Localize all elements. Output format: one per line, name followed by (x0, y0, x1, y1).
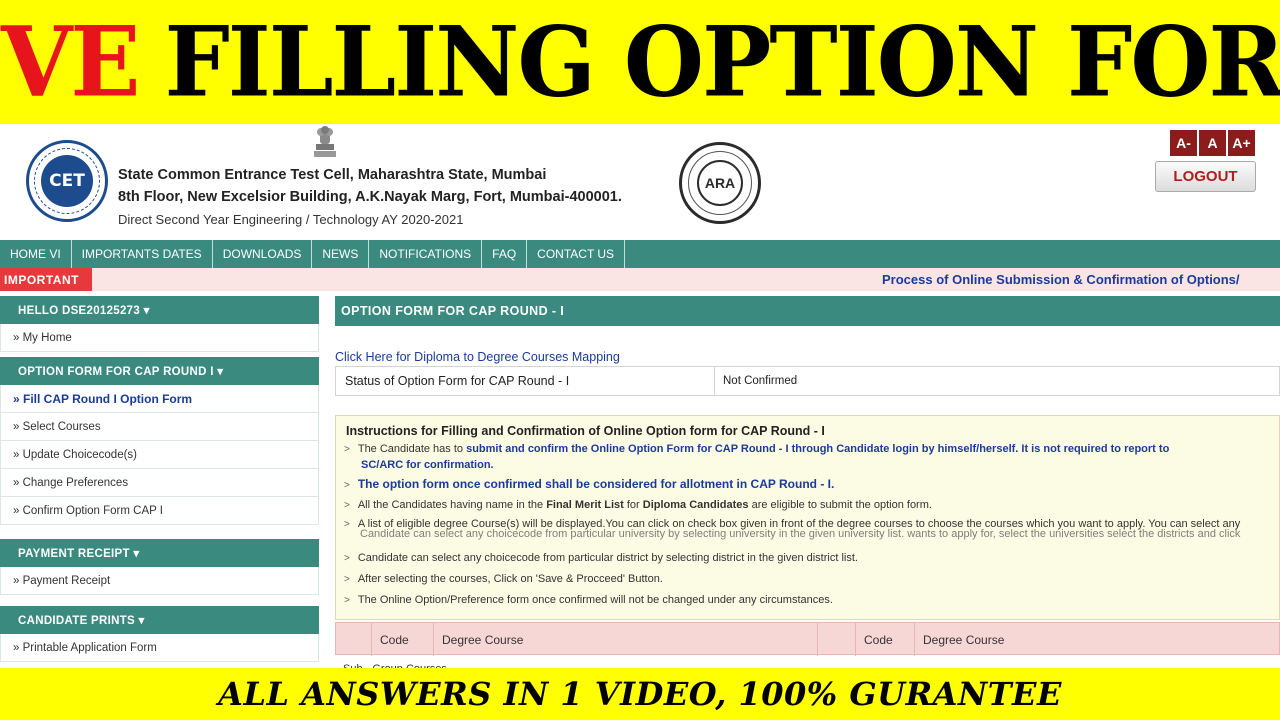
instruction-3-post: are eligible to submit the option form. (748, 499, 932, 511)
sidebar-hello-header[interactable]: HELLO DSE20125273 ▾ (0, 296, 319, 324)
instruction-5-text: Candidate can select any choicecode from… (357, 552, 858, 564)
instruction-6: > After selecting the courses, Click on '… (344, 573, 663, 585)
col-degree-1: Degree Course (433, 623, 817, 656)
col-code-1: Code (371, 623, 433, 656)
ara-logo: ARA (679, 142, 761, 224)
cet-logo: CET (26, 140, 108, 222)
cet-logo-ring (34, 148, 100, 214)
col-spacer (817, 623, 855, 656)
nav-notifications[interactable]: NOTIFICATIONS (369, 240, 483, 268)
national-emblem-icon (314, 126, 336, 157)
instruction-3-merit: Final Merit List (546, 499, 624, 511)
bottom-promo-banner: ALL ANSWERS IN 1 VIDEO, 100% GURANTEE (0, 668, 1280, 720)
nav-important-dates[interactable]: IMPORTANTS DATES (72, 240, 213, 268)
instruction-1-bold: submit and confirm the Online Option For… (466, 443, 1170, 455)
instructions-panel: Instructions for Filling and Confirmatio… (335, 415, 1280, 620)
important-ticker: IMPORTANT Process of Online Submission &… (0, 268, 1280, 291)
sidebar-item-fill-option-form[interactable]: » Fill CAP Round I Option Form (0, 385, 319, 413)
chevron-right-icon: > (344, 595, 350, 606)
org-address: 8th Floor, New Excelsior Building, A.K.N… (118, 189, 622, 205)
instruction-1-bold-cont: SC/ARC for confirmation. (361, 459, 494, 471)
instruction-4-overlap: Candidate can select any choicecode from… (360, 528, 1241, 540)
chevron-right-icon: > (344, 574, 350, 585)
instruction-1: > The Candidate has to submit and confirm… (344, 443, 1169, 455)
banner-live-text: LIVE (0, 5, 140, 119)
main-nav: HOME VI IMPORTANTS DATES DOWNLOADS NEWS … (0, 240, 1280, 268)
top-promo-banner: LIVE FILLING OPTION FORM (0, 0, 1280, 124)
important-label: IMPORTANT (0, 268, 92, 291)
instruction-3-pre: All the Candidates having name in the (357, 499, 547, 511)
nav-contact-us[interactable]: CONTACT US (527, 240, 626, 268)
instruction-2-bold: The option form once confirmed shall be … (357, 477, 835, 491)
instruction-3: > All the Candidates having name in the F… (344, 499, 932, 511)
instructions-title: Instructions for Filling and Confirmatio… (346, 424, 825, 438)
program-name: Direct Second Year Engineering / Technol… (118, 212, 464, 227)
chevron-right-icon: > (344, 444, 350, 455)
chevron-right-icon: > (344, 480, 350, 491)
status-value: Not Confirmed (723, 375, 798, 387)
instruction-1-text: The Candidate has to (357, 443, 467, 455)
sidebar-item-change-preferences[interactable]: » Change Preferences (0, 469, 319, 497)
sidebar-item-printable-application[interactable]: » Printable Application Form (0, 634, 319, 662)
sidebar-item-update-choicecodes[interactable]: » Update Choicecode(s) (0, 441, 319, 469)
course-table-header: Code Degree Course Code Degree Course (335, 622, 1280, 656)
site-header: CET State Common Entrance Test Cell, Mah… (0, 124, 1280, 240)
instruction-1-cont: SC/ARC for confirmation. (361, 459, 494, 471)
sidebar-prints-header[interactable]: CANDIDATE PRINTS ▾ (0, 606, 319, 634)
sidebar-item-select-courses[interactable]: » Select Courses (0, 413, 319, 441)
sidebar-item-payment-receipt[interactable]: » Payment Receipt (0, 567, 319, 595)
instruction-6-text: After selecting the courses, Click on 'S… (357, 573, 663, 585)
ara-logo-ring (688, 151, 752, 215)
page-title: OPTION FORM FOR CAP ROUND - I (335, 296, 1280, 326)
banner-title-text: FILLING OPTION FORM (164, 5, 1280, 119)
sidebar-option-form-header[interactable]: OPTION FORM FOR CAP ROUND I ▾ (0, 357, 319, 385)
sidebar-item-my-home[interactable]: » My Home (0, 324, 319, 352)
logout-button[interactable]: LOGOUT (1155, 161, 1256, 192)
font-normal-button[interactable]: A (1199, 130, 1226, 156)
nav-downloads[interactable]: DOWNLOADS (213, 240, 313, 268)
status-label: Status of Option Form for CAP Round - I (336, 367, 715, 395)
nav-news[interactable]: NEWS (312, 240, 370, 268)
sidebar-item-confirm-option-form[interactable]: » Confirm Option Form CAP I (0, 497, 319, 525)
font-decrease-button[interactable]: A- (1170, 130, 1197, 156)
sidebar-payment-header[interactable]: PAYMENT RECEIPT ▾ (0, 539, 319, 567)
chevron-right-icon: > (344, 553, 350, 564)
nav-home[interactable]: HOME VI (0, 240, 72, 268)
ticker-text[interactable]: Process of Online Submission & Confirmat… (882, 272, 1240, 287)
col-code-2: Code (855, 623, 914, 656)
nav-faq[interactable]: FAQ (482, 240, 528, 268)
col-degree-2: Degree Course (914, 623, 1280, 656)
courses-mapping-link[interactable]: Click Here for Diploma to Degree Courses… (335, 350, 620, 364)
instruction-3-diploma: Diploma Candidates (642, 499, 749, 511)
font-size-controls: A- A A+ (1170, 130, 1255, 156)
status-table: Status of Option Form for CAP Round - I … (335, 366, 1280, 396)
chevron-right-icon: > (344, 519, 350, 530)
chevron-right-icon: > (344, 500, 350, 511)
instruction-7-text: The Online Option/Preference form once c… (357, 594, 833, 606)
instruction-3-mid: for (623, 499, 643, 511)
bottom-banner-text: ALL ANSWERS IN 1 VIDEO, 100% GURANTEE (218, 675, 1062, 713)
instruction-5: > Candidate can select any choicecode fro… (344, 552, 858, 564)
instruction-2: > The option form once confirmed shall be… (344, 477, 834, 491)
font-increase-button[interactable]: A+ (1228, 130, 1255, 156)
org-name: State Common Entrance Test Cell, Maharas… (118, 167, 547, 183)
instruction-7: > The Online Option/Preference form once … (344, 594, 833, 606)
sidebar: HELLO DSE20125273 ▾ » My Home OPTION FOR… (0, 296, 319, 666)
